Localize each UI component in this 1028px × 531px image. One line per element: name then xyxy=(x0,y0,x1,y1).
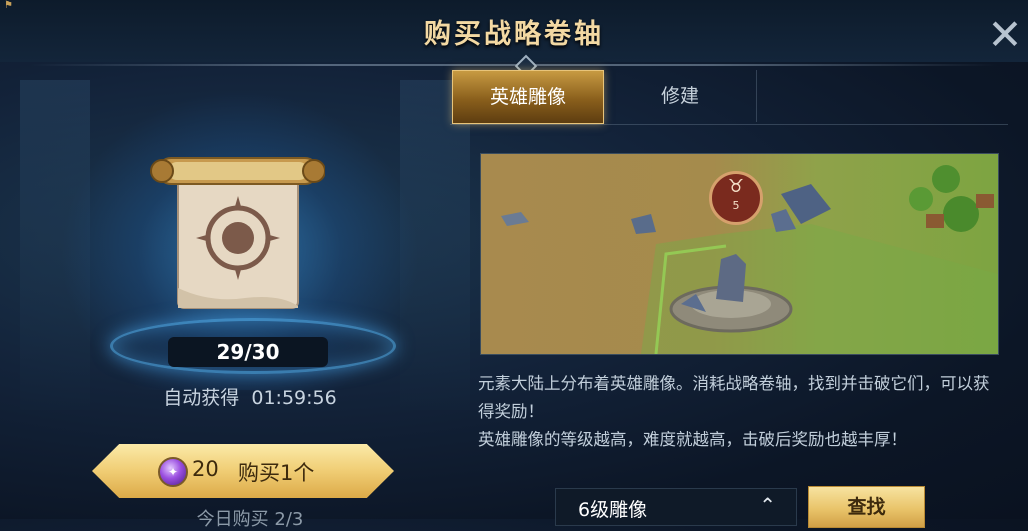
description-line: 元素大陆上分布着英雄雕像。消耗战略卷轴，找到并击破它们，可以获得奖励！ xyxy=(478,374,990,421)
corner-ornament-icon: ⚑ xyxy=(4,0,13,11)
buy-price: 20 xyxy=(192,457,219,481)
map-preview: ♉ 5 xyxy=(480,153,999,355)
buy-one-button[interactable]: ✦ 20 购买1个 xyxy=(92,444,394,498)
auto-gain-timer: 01:59:56 xyxy=(251,387,337,409)
strategy-scroll-icon xyxy=(150,157,325,309)
statue-level-select[interactable]: 6级雕像 ⌃ xyxy=(555,488,797,526)
daily-purchase-count: 今日购买 2/3 xyxy=(196,509,304,530)
marker-level: 5 xyxy=(732,199,740,212)
tab-bar: 英雄雕像 修建 xyxy=(450,70,1008,125)
close-button[interactable]: ✕ xyxy=(985,14,1025,56)
find-button[interactable]: 查找 xyxy=(808,486,925,528)
description-line: 英雄雕像的等级越高，难度就越高，击破后奖励也越丰厚！ xyxy=(478,430,907,449)
bull-skull-icon: ♉ xyxy=(727,176,745,197)
statue-marker[interactable]: ♉ 5 xyxy=(709,171,763,225)
purple-gem-icon: ✦ xyxy=(158,457,188,487)
auto-gain-row: 自动获得 01:59:56 xyxy=(120,383,380,410)
scroll-count: 29/30 xyxy=(168,337,328,367)
description: 元素大陆上分布着英雄雕像。消耗战略卷轴，找到并击破它们，可以获得奖励！ 英雄雕像… xyxy=(478,370,998,454)
tab-build[interactable]: 修建 xyxy=(604,70,757,122)
buy-label: 购买1个 xyxy=(238,461,315,485)
chevron-up-icon: ⌃ xyxy=(759,493,776,517)
auto-gain-label: 自动获得 xyxy=(163,387,240,409)
page-title: 购买战略卷轴 xyxy=(424,19,604,50)
tab-hero-statue[interactable]: 英雄雕像 xyxy=(452,70,604,124)
close-icon: ✕ xyxy=(987,10,1023,59)
statue-level-value: 6级雕像 xyxy=(578,499,648,521)
